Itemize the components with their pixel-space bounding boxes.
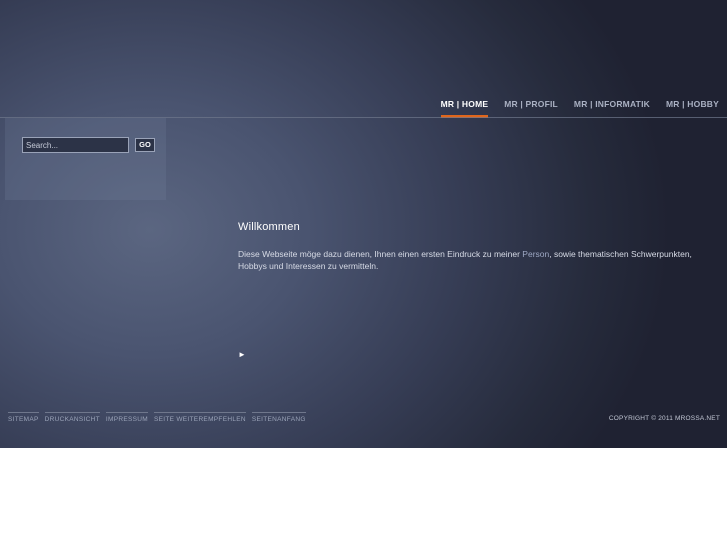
- intro-text: Diese Webseite möge dazu dienen, Ihnen e…: [238, 248, 708, 272]
- footer-link-impressum[interactable]: IMPRESSUM: [105, 412, 148, 423]
- footer-link-druckansicht[interactable]: DRUCKANSICHT: [44, 412, 100, 423]
- footer-link-weiterempfehlen[interactable]: SEITE WEITEREMPFEHLEN: [153, 412, 246, 423]
- page-background: MR | HOME MR | PROFIL MR | INFORMATIK MR…: [0, 0, 727, 448]
- main-navigation: MR | HOME MR | PROFIL MR | INFORMATIK MR…: [433, 98, 727, 118]
- footer-link-seitenanfang[interactable]: SEITENANFANG: [251, 412, 306, 423]
- nav-item-informatik[interactable]: MR | INFORMATIK: [566, 98, 658, 118]
- search-go-button[interactable]: GO: [135, 138, 155, 152]
- footer-links: SITEMAP DRUCKANSICHT IMPRESSUM SEITE WEI…: [8, 412, 306, 423]
- page-title: Willkommen: [238, 221, 300, 233]
- person-link[interactable]: Person: [522, 249, 549, 259]
- nav-item-hobby[interactable]: MR | HOBBY: [658, 98, 727, 118]
- nav-item-profil[interactable]: MR | PROFIL: [496, 98, 566, 118]
- arrow-icon[interactable]: ►: [238, 350, 246, 359]
- intro-text-start: Diese Webseite möge dazu dienen, Ihnen e…: [238, 249, 523, 259]
- copyright-text: COPYRIGHT © 2011 MROSSA.NET: [608, 415, 720, 422]
- nav-item-home[interactable]: MR | HOME: [433, 98, 497, 118]
- search-panel: [5, 118, 166, 200]
- footer-link-sitemap[interactable]: SITEMAP: [8, 412, 39, 423]
- search-input[interactable]: [22, 137, 129, 153]
